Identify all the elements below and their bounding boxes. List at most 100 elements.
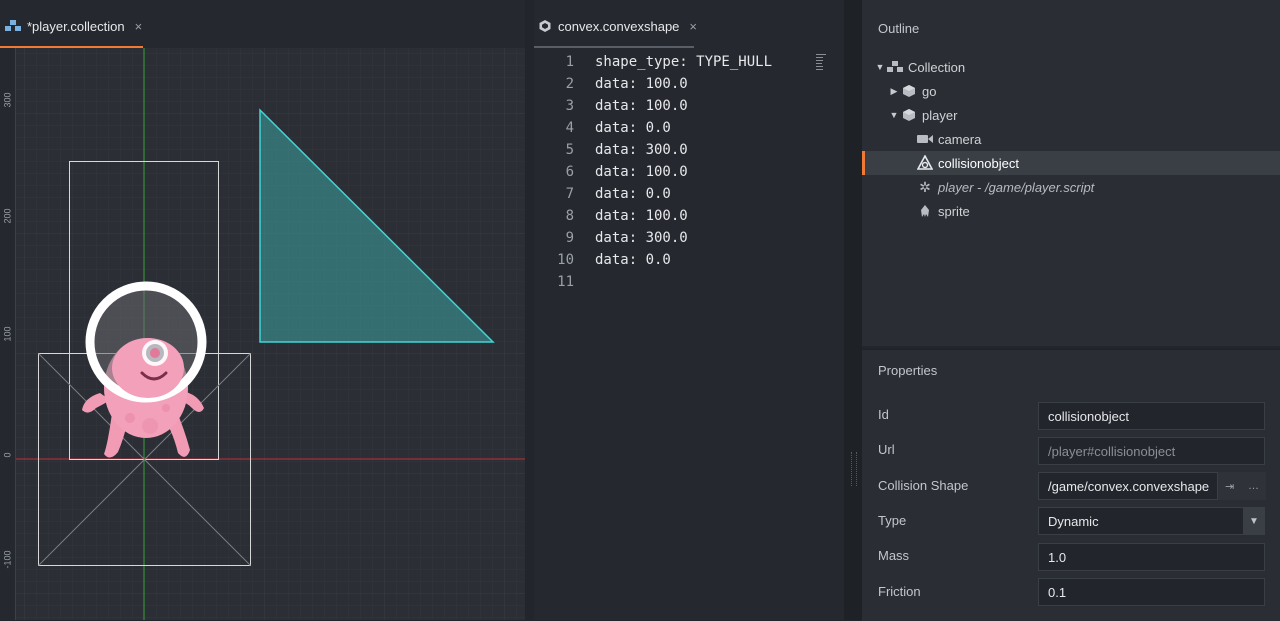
type-select[interactable]: Dynamic [1038, 507, 1265, 535]
line-text: data: 300.0 [595, 142, 688, 158]
close-icon[interactable]: × [689, 19, 697, 34]
close-icon[interactable]: × [135, 19, 143, 34]
code-line: 8 data: 100.0 [534, 205, 688, 227]
tree-item-player[interactable]: ▼ player [862, 103, 1280, 127]
tree-item-collection[interactable]: ▼ Collection [862, 55, 1280, 79]
line-number: 10 [557, 252, 574, 268]
splitter-grip-icon[interactable] [851, 452, 857, 486]
tab-label: convex.convexshape [558, 18, 680, 34]
outline-panel: Outline ▼ Collection ▶ go ▼ player camer… [862, 0, 1280, 346]
scene-editor-pane: *player.collection × 300 200 100 0 -100 [0, 0, 525, 620]
url-field: /player#collisionobject [1038, 437, 1265, 465]
code-tab-bar: convex.convexshape × [534, 0, 844, 48]
friction-label: Friction [878, 584, 921, 599]
line-text: data: 100.0 [595, 208, 688, 224]
id-label: Id [878, 407, 889, 422]
code-line: 10 data: 0.0 [534, 249, 671, 271]
line-number: 11 [557, 274, 574, 290]
code-text-area[interactable]: 1 shape_type: TYPE_HULL 2 data: 100.0 3 dat… [534, 48, 844, 620]
tree-item-label: camera [938, 131, 982, 147]
mass-field[interactable]: 1.0 [1038, 543, 1265, 571]
tree-item-label: Collection [908, 59, 966, 75]
code-line: 1 shape_type: TYPE_HULL [534, 51, 772, 73]
tree-item-camera[interactable]: camera [862, 127, 1280, 151]
friction-field[interactable]: 0.1 [1038, 578, 1265, 606]
line-text: data: 300.0 [595, 230, 688, 246]
tree-item-go[interactable]: ▶ go [862, 79, 1280, 103]
code-line: 11 [534, 271, 595, 293]
code-line: 7 data: 0.0 [534, 183, 671, 205]
gameobject-icon [900, 107, 918, 123]
line-text: data: 0.0 [595, 120, 671, 136]
tab-convex-convexshape[interactable]: convex.convexshape × [538, 6, 697, 46]
scene-tab-bar: *player.collection × [0, 0, 525, 48]
tree-item-label: sprite [938, 203, 970, 219]
browse-ellipsis-icon[interactable]: … [1248, 480, 1259, 492]
collisionobject-icon [916, 155, 934, 171]
script-gear-icon: ✲ [919, 178, 931, 195]
outline-title: Outline [878, 21, 920, 36]
line-number: 7 [565, 186, 574, 202]
tree-item-label: collisionobject [938, 155, 1019, 171]
chevron-down-icon[interactable]: ▼ [888, 110, 900, 120]
gameobject-icon [900, 83, 918, 99]
code-line: 4 data: 0.0 [534, 117, 671, 139]
code-line: 6 data: 100.0 [534, 161, 688, 183]
type-label: Type [878, 513, 907, 528]
code-minimap[interactable] [816, 54, 828, 74]
tree-item-label: player - /game/player.script [938, 179, 1095, 195]
tree-item-collisionobject[interactable]: collisionobject [862, 151, 1280, 175]
line-number: 3 [565, 98, 574, 114]
properties-title: Properties [878, 363, 938, 378]
tree-item-player-script[interactable]: ✲ player - /game/player.script [862, 175, 1280, 199]
collision-shape-field[interactable]: /game/convex.convexshape [1038, 472, 1218, 500]
scene-viewport[interactable]: 300 200 100 0 -100 [0, 48, 525, 620]
line-text: data: 0.0 [595, 186, 671, 202]
code-line: 2 data: 100.0 [534, 73, 688, 95]
line-number: 4 [565, 120, 574, 136]
ruler-label: 200 [2, 208, 13, 224]
collection-icon [5, 20, 21, 31]
mass-label: Mass [878, 548, 910, 563]
line-text: shape_type: TYPE_HULL [595, 54, 773, 70]
goto-resource-icon[interactable]: ⇥ [1225, 480, 1234, 493]
code-editor-pane: convex.convexshape × 1 shape_type: TYPE_H… [534, 0, 844, 620]
tab-player-collection[interactable]: *player.collection × [5, 6, 142, 46]
chevron-down-icon[interactable]: ▼ [1243, 507, 1265, 535]
line-text: data: 100.0 [595, 76, 688, 92]
ruler-label: -100 [2, 550, 13, 569]
tree-item-label: go [922, 83, 937, 99]
id-field[interactable]: collisionobject [1038, 402, 1265, 430]
properties-panel: Properties Id collisionobject Url /playe… [862, 349, 1280, 621]
convexshape-icon [539, 20, 551, 32]
pane-splitter[interactable] [844, 0, 862, 620]
collision-shape-label: Collision Shape [878, 478, 969, 493]
vertical-ruler: 300 200 100 0 -100 [0, 48, 16, 620]
code-line: 9 data: 300.0 [534, 227, 688, 249]
line-number: 1 [565, 54, 574, 70]
camera-icon [916, 131, 934, 147]
collection-icon [886, 59, 904, 75]
ruler-label: 300 [2, 92, 13, 108]
code-line: 3 data: 100.0 [534, 95, 688, 117]
ruler-label: 100 [2, 326, 13, 342]
sprite-icon [916, 203, 934, 219]
ruler-label: 0 [2, 452, 13, 458]
line-text: data: 100.0 [595, 164, 688, 180]
scene-canvas [0, 48, 525, 620]
chevron-right-icon[interactable]: ▶ [888, 86, 900, 97]
line-number: 8 [565, 208, 574, 224]
line-text: data: 0.0 [595, 252, 671, 268]
line-number: 5 [565, 142, 574, 158]
tree-item-label: player [922, 107, 958, 123]
line-number: 6 [565, 164, 574, 180]
chevron-down-icon[interactable]: ▼ [874, 62, 886, 72]
collision-shape-actions: ⇥ … [1218, 472, 1266, 500]
line-number: 9 [565, 230, 574, 246]
code-line: 5 data: 300.0 [534, 139, 688, 161]
line-text: data: 100.0 [595, 98, 688, 114]
url-label: Url [878, 442, 895, 457]
tab-label: *player.collection [27, 18, 125, 34]
line-number: 2 [565, 76, 574, 92]
tree-item-sprite[interactable]: sprite [862, 199, 1280, 223]
